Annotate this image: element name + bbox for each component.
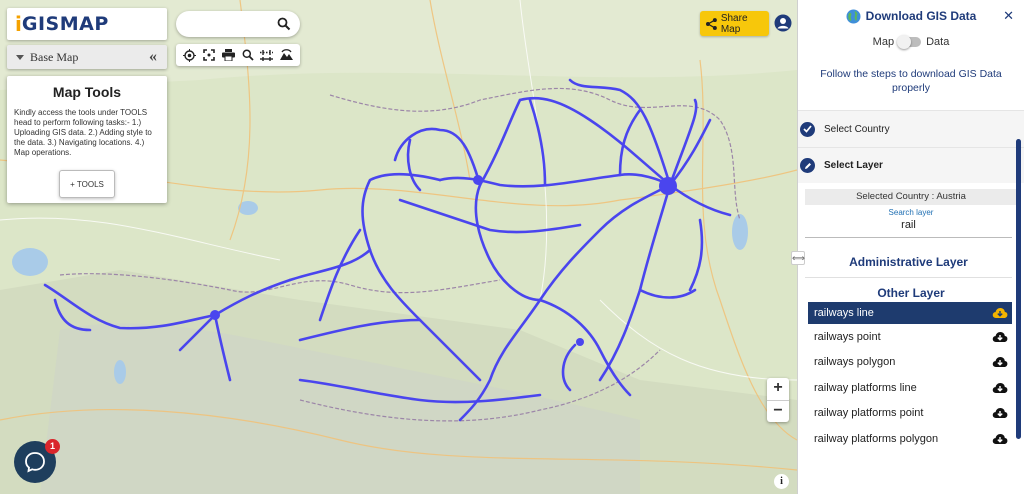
info-icon[interactable]: i xyxy=(774,474,789,489)
map-data-toggle: Map Data xyxy=(798,35,1024,49)
search-layer-input[interactable]: rail xyxy=(805,219,1012,238)
layer-item[interactable]: railway platforms point xyxy=(808,401,1012,427)
download-icon[interactable] xyxy=(992,356,1008,369)
layer-label: railway platforms polygon xyxy=(814,432,939,445)
share-map-button[interactable]: Share Map xyxy=(700,11,769,36)
layer-item[interactable]: railway platforms polygon xyxy=(808,426,1012,452)
chat-icon xyxy=(25,452,45,473)
caret-down-icon xyxy=(16,54,24,60)
download-icon[interactable] xyxy=(992,330,1008,343)
check-icon xyxy=(800,121,815,137)
layer-label: railways polygon xyxy=(814,356,896,369)
map-tools-description: Kindly access the tools under TOOLS head… xyxy=(14,108,152,157)
download-icon[interactable] xyxy=(992,381,1008,394)
pencil-icon xyxy=(800,158,815,173)
panel-title: Download GIS Data xyxy=(865,9,977,23)
lake-neusiedl xyxy=(732,214,748,250)
zoom-out-button[interactable]: − xyxy=(767,400,789,422)
map-search-box[interactable] xyxy=(176,11,300,37)
search-layer-label: Search layer xyxy=(888,208,934,217)
map-toolbar xyxy=(176,44,300,66)
step-select-layer[interactable]: Select Layer xyxy=(798,147,1024,183)
close-icon[interactable]: ✕ xyxy=(1003,8,1014,24)
zoom-in-button[interactable]: + xyxy=(767,378,789,400)
toggle-map-label: Map xyxy=(872,36,895,48)
base-map-label: Base Map xyxy=(30,49,79,64)
print-icon[interactable] xyxy=(220,47,236,63)
download-gis-panel: Download GIS Data ✕ Map Data Follow the … xyxy=(797,0,1024,494)
download-icon[interactable] xyxy=(992,307,1008,320)
panel-scrollbar[interactable] xyxy=(1016,139,1021,439)
locate-icon[interactable] xyxy=(182,47,198,63)
map-tools-panel: Map Tools Kindly access the tools under … xyxy=(7,76,167,203)
measure-icon[interactable] xyxy=(259,47,275,63)
logo-text: GISMAP xyxy=(21,13,109,35)
step-label: Select Layer xyxy=(824,160,883,171)
share-map-label: Share Map xyxy=(720,12,748,35)
collapse-panel-button[interactable]: « xyxy=(149,48,157,66)
zoom-search-icon[interactable] xyxy=(240,47,256,63)
layer-label: railways line xyxy=(814,307,874,319)
layer-label: railway platforms point xyxy=(814,407,924,420)
layer-item[interactable]: railways polygon xyxy=(808,350,1012,376)
gismap-logo[interactable]: i GISMAP xyxy=(7,8,167,40)
other-layer-heading: Other Layer xyxy=(877,286,945,300)
panel-resize-handle[interactable]: ⟺ xyxy=(791,251,805,265)
base-map-selector[interactable]: Base Map « xyxy=(7,45,167,69)
zoom-control: + − xyxy=(767,378,789,422)
toggle-data-label: Data xyxy=(926,36,950,48)
map-tools-title: Map Tools xyxy=(52,84,122,100)
steps-instructions: Follow the steps to download GIS Data pr… xyxy=(820,68,1002,94)
map-search-input[interactable] xyxy=(186,11,281,37)
layer-item[interactable]: railways point xyxy=(808,324,1012,350)
layer-label: railways point xyxy=(814,330,881,343)
download-icon[interactable] xyxy=(992,407,1008,420)
layer-item[interactable]: railway platforms line xyxy=(808,375,1012,401)
panel-header: Download GIS Data ✕ xyxy=(798,0,1024,32)
tools-button[interactable]: + TOOLS xyxy=(59,170,115,198)
step-label: Select Country xyxy=(824,123,890,135)
chat-unread-badge: 1 xyxy=(45,439,60,454)
selected-country: Selected Country : Austria xyxy=(805,189,1017,205)
logo-mark: i xyxy=(15,12,22,36)
download-icon[interactable] xyxy=(992,432,1008,445)
basemap-tiles xyxy=(0,0,797,494)
share-icon xyxy=(706,17,717,30)
layer-label: railway platforms line xyxy=(814,381,917,394)
map-canvas[interactable] xyxy=(0,0,797,494)
layer-item[interactable]: railways line xyxy=(808,302,1012,324)
terrain-icon[interactable] xyxy=(278,47,294,63)
map-data-switch[interactable] xyxy=(897,35,922,49)
chat-widget-button[interactable]: 1 xyxy=(14,439,60,483)
user-account-icon[interactable] xyxy=(774,14,792,32)
fullscreen-icon[interactable] xyxy=(201,47,217,63)
lake-bodensee xyxy=(12,248,48,276)
layer-list: railways line railways point railways poly… xyxy=(808,302,1012,452)
globe-icon xyxy=(846,9,861,23)
search-icon[interactable] xyxy=(277,17,291,31)
step-select-country[interactable]: Select Country xyxy=(798,110,1024,147)
administrative-layer-heading[interactable]: Administrative Layer xyxy=(805,255,1012,278)
